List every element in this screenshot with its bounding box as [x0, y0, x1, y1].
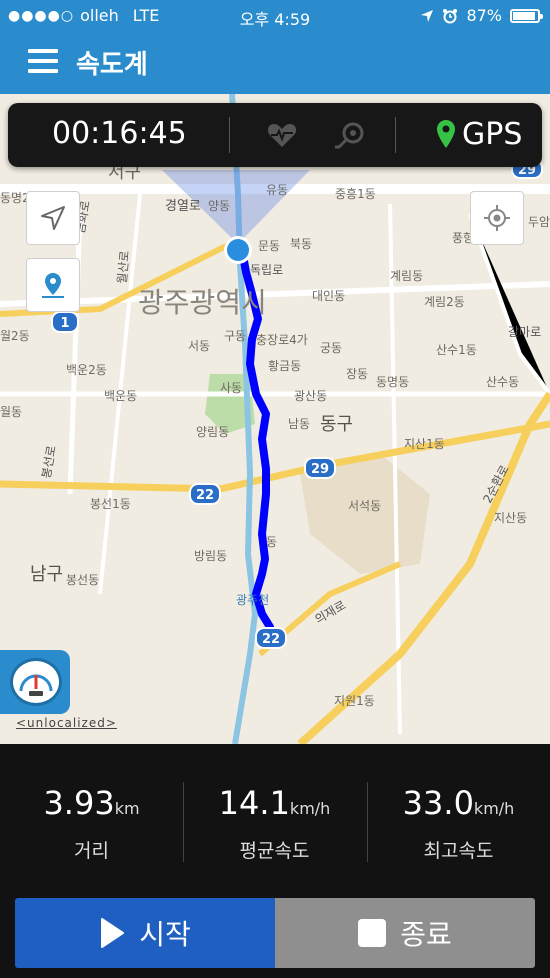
divider	[229, 117, 230, 153]
unlocalized-attribution[interactable]: <unlocalized>	[16, 716, 117, 730]
map-label: 광주광역시	[138, 286, 267, 319]
stop-icon	[358, 919, 387, 947]
road-shield-label: 22	[262, 632, 280, 647]
map-label: 북동	[290, 237, 312, 251]
map-label: 경열로	[165, 199, 201, 214]
map-label: 지산1동	[404, 437, 445, 451]
alarm-icon	[443, 8, 458, 23]
start-button[interactable]: 시작	[15, 898, 275, 968]
map-label: 광주천	[236, 592, 269, 607]
map-label: 동구	[320, 414, 353, 435]
crosshair-icon	[484, 205, 510, 231]
gps-status-label: GPS	[462, 117, 523, 152]
map-label: 봉선동	[66, 573, 99, 587]
map-label: 남동	[288, 417, 310, 431]
map-label: 문동	[258, 239, 280, 253]
start-button-label: 시작	[139, 918, 191, 951]
map-label: 동	[266, 535, 277, 549]
play-icon	[101, 918, 125, 948]
divider	[395, 117, 396, 153]
elapsed-timer: 00:16:45	[52, 116, 187, 151]
map-label: 서동	[188, 339, 210, 353]
road	[67, 213, 83, 495]
map-label: 사동	[220, 381, 242, 395]
compass-heading-button[interactable]	[26, 191, 80, 245]
location-arrow-icon	[421, 9, 434, 22]
gps-pin-icon	[437, 120, 455, 148]
map-label: 중흥1동	[335, 187, 376, 201]
avg-speed-stat: 14.1km/h 평균속도	[183, 784, 366, 863]
battery-icon	[510, 8, 543, 23]
max-speed-stat: 33.0km/h 최고속도	[367, 784, 550, 863]
distance-stat: 3.93km 거리	[0, 784, 183, 863]
avg-speed-unit: km/h	[289, 799, 331, 818]
location-marker-button[interactable]	[26, 258, 80, 312]
map-label: 장동	[346, 367, 368, 381]
map-label: 대인동	[312, 289, 345, 303]
map-label: 계림2동	[424, 295, 465, 309]
stop-button-label: 종료	[400, 918, 452, 951]
status-bar: ●●●●○ olleh LTE 오후 4:59 87%	[0, 0, 550, 30]
recenter-location-button[interactable]	[470, 191, 524, 245]
map-label: 충장로4가	[256, 333, 308, 347]
map-label: 월산로	[115, 250, 132, 284]
avg-speed-value: 14.1	[218, 784, 290, 822]
map-label: 궁동	[320, 341, 342, 355]
road-shield-label: 22	[196, 488, 214, 503]
heart-rate-icon[interactable]	[266, 119, 298, 151]
map-label: 양림동	[196, 425, 229, 439]
navigation-arrow-icon	[41, 206, 65, 230]
app-title: 속도계	[76, 50, 148, 80]
map-label: 서석동	[348, 499, 381, 513]
map-label: 산수동	[486, 375, 519, 389]
map-label: 산수1동	[436, 343, 477, 357]
road-shield-label: 1	[60, 316, 69, 331]
map-label: 방림동	[194, 549, 227, 563]
map-label: 두암	[528, 215, 550, 229]
map-label: 유동	[266, 183, 288, 197]
distance-unit: km	[114, 799, 140, 818]
distance-value: 3.93	[43, 784, 115, 822]
map-label: 광산동	[294, 389, 327, 403]
map-label: 월동	[0, 405, 22, 419]
distance-label: 거리	[74, 840, 109, 862]
road-shield-label: 29	[311, 462, 329, 477]
map-label: 월2동	[0, 329, 30, 343]
map-label: 백운2동	[66, 363, 107, 377]
map-label: 동명동	[376, 375, 409, 389]
map-label: 봉선1동	[90, 497, 131, 511]
map-label: 남구	[30, 564, 63, 585]
arterial-road-22	[0, 420, 550, 493]
map-label: 백운동	[104, 389, 137, 403]
map-view[interactable]: 광주광역시 서구 동구 남구 경열로 독립로 의재로 2순환로 갈마로 금화로 …	[0, 94, 550, 744]
speedometer-app-icon[interactable]	[0, 650, 70, 714]
max-speed-unit: km/h	[473, 799, 515, 818]
stop-button[interactable]: 종료	[275, 898, 535, 968]
map-label: 지원1동	[334, 694, 375, 708]
map-label: 구동	[224, 329, 246, 343]
map-label: 갈마로	[508, 325, 541, 339]
map-label: 황금동	[268, 359, 301, 373]
map-label: 계림동	[390, 269, 423, 283]
max-speed-value: 33.0	[402, 784, 474, 822]
cadence-sensor-icon[interactable]	[333, 119, 369, 151]
map-label: 양동	[208, 199, 230, 213]
map-label: 봉선로	[39, 444, 59, 479]
max-speed-label: 최고속도	[423, 840, 494, 862]
app-bar: 속도계	[0, 30, 550, 94]
map-label: 독립로	[250, 263, 283, 277]
battery-percent: 87%	[466, 6, 502, 25]
speedometer-dial-icon	[19, 674, 53, 696]
road	[0, 281, 550, 307]
ride-info-panel: 00:16:45 GPS	[8, 103, 542, 167]
map-canvas: 광주광역시 서구 동구 남구 경열로 독립로 의재로 2순환로 갈마로 금화로 …	[0, 94, 550, 744]
avg-speed-label: 평균속도	[239, 840, 310, 862]
map-pin-icon	[42, 273, 64, 298]
current-location-dot	[227, 239, 249, 261]
map-label: 지산동	[494, 511, 527, 525]
hamburger-menu-icon[interactable]	[28, 49, 58, 73]
